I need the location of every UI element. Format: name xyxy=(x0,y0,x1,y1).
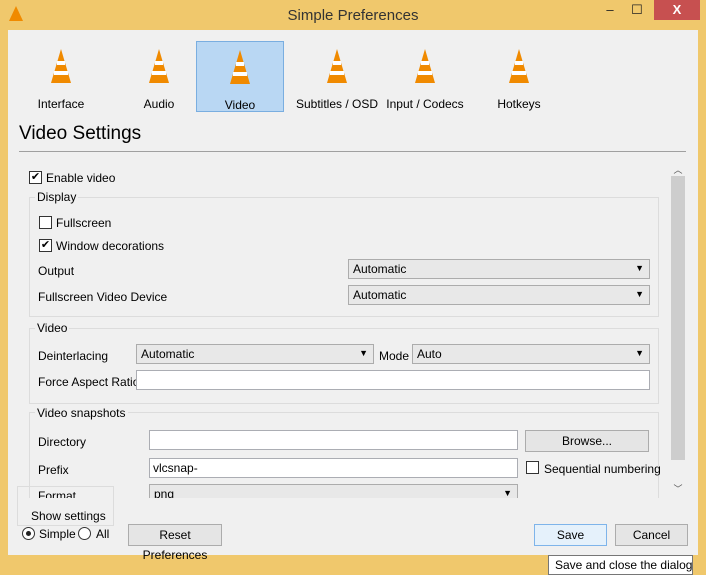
cancel-button[interactable]: Cancel xyxy=(615,524,688,546)
audio-headphones-cone-icon xyxy=(145,49,173,89)
minimize-button[interactable]: – xyxy=(597,0,623,20)
tab-video[interactable]: Video xyxy=(196,41,284,112)
video-glasses-cone-icon xyxy=(226,50,254,90)
simple-radio[interactable] xyxy=(22,527,35,540)
simple-label: Simple xyxy=(39,527,76,541)
chevron-down-icon: ▼ xyxy=(503,488,512,498)
snapshots-group-title: Video snapshots xyxy=(35,406,128,420)
enable-video-checkbox[interactable]: ✔ xyxy=(29,171,42,184)
mode-label: Mode xyxy=(379,349,410,363)
interface-cone-icon xyxy=(47,49,75,89)
directory-label: Directory xyxy=(38,435,87,449)
output-label: Output xyxy=(38,264,75,278)
enable-video-label: Enable video xyxy=(46,171,116,185)
tab-label: Subtitles / OSD xyxy=(295,97,379,111)
deinterlacing-value: Automatic xyxy=(141,347,195,361)
window-decorations-label: Window decorations xyxy=(56,239,165,253)
tab-label: Audio xyxy=(143,97,175,111)
prefix-label: Prefix xyxy=(38,463,69,477)
settings-scrollbar[interactable]: ︿ ﹀ xyxy=(670,162,686,498)
maximize-button[interactable]: ☐ xyxy=(624,0,650,20)
prefix-input[interactable]: vlcsnap- xyxy=(149,458,518,478)
tab-interface[interactable]: Interface xyxy=(17,41,105,112)
hotkeys-keys-cone-icon xyxy=(505,49,533,89)
chevron-down-icon: ▼ xyxy=(635,348,644,358)
fullscreen-checkbox[interactable] xyxy=(39,216,52,229)
video-group-title: Video xyxy=(35,321,70,335)
all-radio[interactable] xyxy=(78,527,91,540)
subtitles-display-cone-icon xyxy=(323,49,351,89)
tab-audio[interactable]: Audio xyxy=(115,41,203,112)
save-tooltip: Save and close the dialog xyxy=(548,555,693,575)
fullscreen-device-select[interactable]: Automatic ▼ xyxy=(348,285,650,305)
scroll-down-icon[interactable]: ﹀ xyxy=(670,482,686,495)
page-title: Video Settings xyxy=(19,123,142,144)
video-group xyxy=(29,328,659,404)
chevron-down-icon: ▼ xyxy=(635,263,644,273)
display-group-title: Display xyxy=(35,190,79,204)
tab-label: Hotkeys xyxy=(497,97,541,111)
mode-value: Auto xyxy=(417,347,442,361)
show-settings-title: Show settings xyxy=(29,509,108,523)
close-button[interactable]: X xyxy=(654,0,700,20)
scrollbar-thumb[interactable] xyxy=(671,176,685,460)
aspect-ratio-input[interactable] xyxy=(136,370,650,390)
settings-panel: ✔ Enable video Display Fullscreen ✔ Wind… xyxy=(19,162,674,498)
output-value: Automatic xyxy=(353,262,407,276)
tab-hotkeys[interactable]: Hotkeys xyxy=(475,41,563,112)
fullscreen-device-label: Fullscreen Video Device xyxy=(38,290,168,304)
window-decorations-checkbox[interactable]: ✔ xyxy=(39,239,52,252)
title-bar: Simple Preferences – ☐ X xyxy=(0,0,706,30)
fullscreen-label: Fullscreen xyxy=(56,216,112,230)
input-cables-cone-icon xyxy=(411,49,439,89)
directory-input[interactable] xyxy=(149,430,518,450)
mode-select[interactable]: Auto ▼ xyxy=(412,344,650,364)
deinterlacing-label: Deinterlacing xyxy=(38,349,109,363)
format-select[interactable]: png ▼ xyxy=(149,484,518,498)
fullscreen-device-value: Automatic xyxy=(353,288,407,302)
sequential-numbering-label: Sequential numbering xyxy=(544,462,661,476)
preferences-client: Interface Audio Video Subtitles / OSD Input … xyxy=(8,30,698,562)
tab-input-codecs[interactable]: Input / Codecs xyxy=(381,41,469,112)
tab-label: Video xyxy=(224,98,256,112)
chevron-down-icon: ▼ xyxy=(635,289,644,299)
save-button[interactable]: Save xyxy=(534,524,607,546)
divider xyxy=(19,151,686,152)
deinterlacing-select[interactable]: Automatic ▼ xyxy=(136,344,374,364)
scroll-up-icon[interactable]: ︿ xyxy=(670,163,686,176)
aspect-ratio-label: Force Aspect Ratio xyxy=(38,375,140,389)
all-label: All xyxy=(96,527,110,541)
sequential-numbering-checkbox[interactable] xyxy=(526,461,539,474)
tab-subtitles-osd[interactable]: Subtitles / OSD xyxy=(293,41,381,112)
chevron-down-icon: ▼ xyxy=(359,348,368,358)
output-select[interactable]: Automatic ▼ xyxy=(348,259,650,279)
format-value: png xyxy=(154,487,175,498)
tab-label: Interface xyxy=(37,97,85,111)
browse-button[interactable]: Browse... xyxy=(525,430,649,452)
tab-label: Input / Codecs xyxy=(386,97,464,111)
reset-preferences-button[interactable]: Reset Preferences xyxy=(128,524,222,562)
